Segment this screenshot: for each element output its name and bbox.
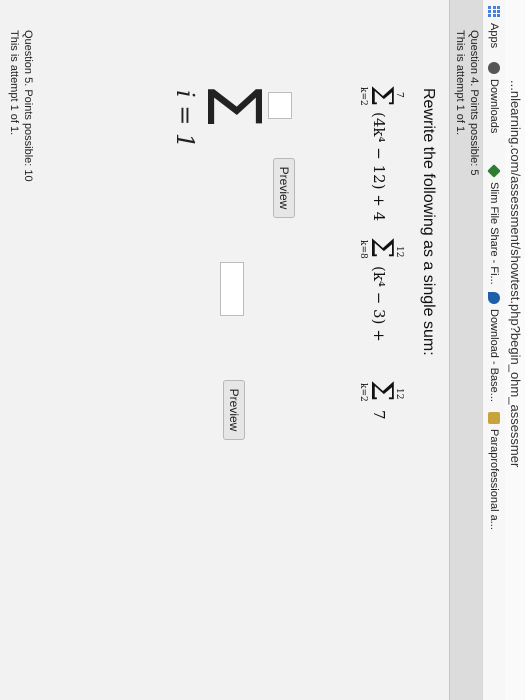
apps-grid-icon [488,6,500,18]
question5-title: Question 5. Points possible: 10 [22,30,34,182]
page-content: Question 4. Points possible: 5 This is a… [0,0,482,700]
address-bar[interactable]: ...nlearning.com/assessment/showtest.php… [505,0,525,700]
bookmark-paraprofessional[interactable]: Paraprofessional a... [486,412,502,530]
fileshare-icon [487,164,501,178]
sum2-lower: k=8 [358,240,368,259]
sum3-sigma: Σ [364,380,399,402]
summand-input[interactable] [220,262,244,316]
answer-index-label: i = 1 [171,90,199,149]
question5-header: Question 5. Points possible: 10 This is … [7,30,35,182]
downloads-icon [488,62,500,74]
download-icon [488,292,500,304]
sum1-sigma: Σ [364,85,399,107]
bookmark-label: Paraprofessional a... [488,429,500,530]
sum2-term: (k⁴ − 3) + [370,266,388,342]
screenshot-scene: ...nlearning.com/assessment/showtest.php… [0,0,525,700]
bookmark-slim-file-share[interactable]: Slim File Share - Fi... [486,164,502,285]
bookmark-label: Apps [488,23,500,49]
sum1-term: (4k⁴ − 12) + 4 [370,112,388,222]
question4-header: Question 4. Points possible: 5 This is a… [449,0,482,700]
question-prompt: Rewrite the following as a single sum: [420,88,437,356]
sum1-lower: k=2 [358,87,368,106]
question4-attempt: This is attempt 1 of 1. [454,30,466,136]
question5-attempt: This is attempt 1 of 1. [8,30,20,136]
bookmark-label: Slim File Share - Fi... [488,182,500,285]
bookmark-label: Download - Base... [488,309,500,402]
preview-button-upper[interactable]: Preview [273,158,295,218]
bookmark-download-base[interactable]: Download - Base... [486,292,502,402]
bookmark-downloads[interactable]: Downloads [486,62,502,133]
url-text[interactable]: ...nlearning.com/assessment/showtest.php… [505,80,525,467]
sum2-sigma: Σ [364,237,399,259]
bookmarks-bar: Apps Downloads Slim File Share - Fi... D… [482,0,505,700]
sum3-term: 7 [370,410,388,420]
answer-sigma-symbol: Σ [190,82,276,129]
question4-title: Question 4. Points possible: 5 [468,30,480,176]
sum3-lower: k=2 [358,383,368,402]
bookmark-label: Downloads [488,79,500,134]
bookmark-apps[interactable]: Apps [486,6,502,48]
bookmark-icon [488,412,500,424]
preview-button-summand[interactable]: Preview [223,380,245,440]
